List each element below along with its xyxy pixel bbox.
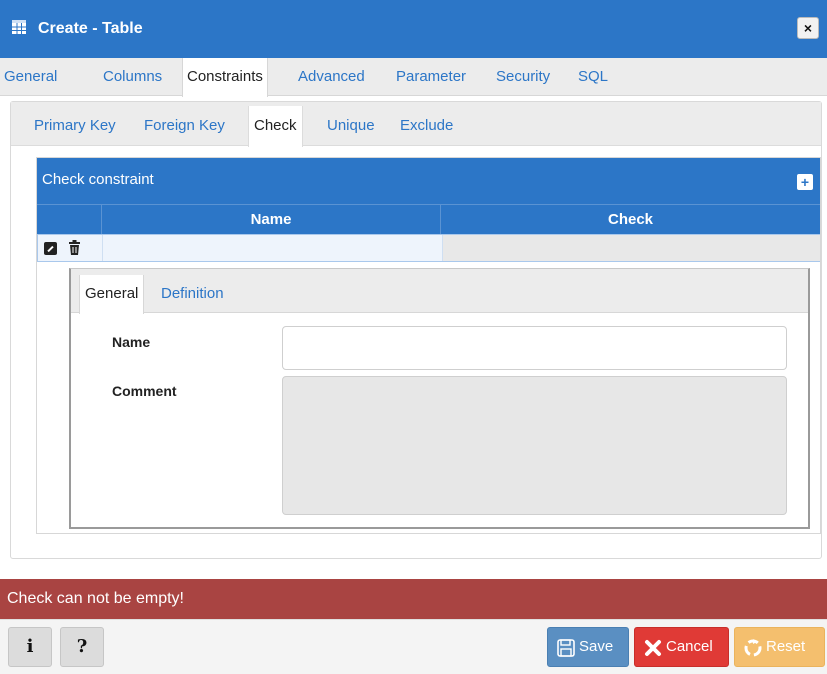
form-tab-general[interactable]: General [79,275,145,314]
reset-label: Reset [766,638,806,655]
name-input[interactable] [282,326,787,370]
cancel-button[interactable]: Cancel [634,627,729,667]
tab-security[interactable]: Security [492,58,554,96]
grid-header: Check constraint + [37,158,820,204]
column-header-name[interactable]: Name [102,205,441,234]
row-edit-form: General Definition Name Comment [69,268,810,529]
constraint-tabbar: Primary Key Foreign Key Check Unique Exc… [11,102,821,147]
add-row-button[interactable]: + [797,174,813,190]
comment-label: Comment [112,383,177,399]
tab-sql[interactable]: SQL [574,58,612,96]
tab-columns[interactable]: Columns [99,58,166,96]
reset-button[interactable]: Reset [734,627,825,667]
dialog-title: Create - Table [38,20,143,37]
table-icon [12,20,26,34]
grid-column-headers: Name Check [37,204,820,234]
recycle-icon [744,639,762,657]
comment-textarea[interactable] [282,376,787,515]
grid-title: Check constraint [42,171,154,188]
tab-general[interactable]: General [0,58,61,96]
cancel-label: Cancel [666,638,713,655]
help-button[interactable]: ? [60,627,104,667]
trash-icon[interactable] [68,240,81,256]
name-label: Name [112,334,151,350]
tab-primary-key[interactable]: Primary Key [29,106,121,146]
info-button[interactable]: i [8,627,52,667]
form-tab-definition[interactable]: Definition [156,275,229,313]
dialog-footer: i ? Save Cancel Reset [0,619,827,674]
constraints-panel: Primary Key Foreign Key Check Unique Exc… [10,101,822,559]
cell-name[interactable] [103,235,442,261]
column-header-actions [37,205,102,234]
error-message: Check can not be empty! [0,579,827,619]
cell-check[interactable] [442,235,820,261]
tab-check[interactable]: Check [248,106,303,147]
table-row[interactable] [37,234,820,262]
tab-foreign-key[interactable]: Foreign Key [139,106,230,146]
save-button[interactable]: Save [547,627,629,667]
x-icon [645,640,661,656]
dialog-titlebar: Create - Table × [0,0,827,58]
column-header-check[interactable]: Check [441,205,820,234]
save-label: Save [579,638,614,655]
tab-constraints[interactable]: Constraints [182,58,268,97]
tab-exclude[interactable]: Exclude [395,106,458,146]
floppy-disk-icon [557,639,575,657]
edit-icon[interactable] [44,242,57,255]
form-tabbar: General Definition [71,269,808,314]
tab-parameter[interactable]: Parameter [392,58,470,96]
close-button[interactable]: × [797,17,819,39]
tab-advanced[interactable]: Advanced [294,58,369,96]
main-tabbar: General Columns Constraints Advanced Par… [0,58,827,97]
check-constraint-grid: Check constraint + Name Check General De… [36,157,821,534]
tab-unique[interactable]: Unique [322,106,380,146]
